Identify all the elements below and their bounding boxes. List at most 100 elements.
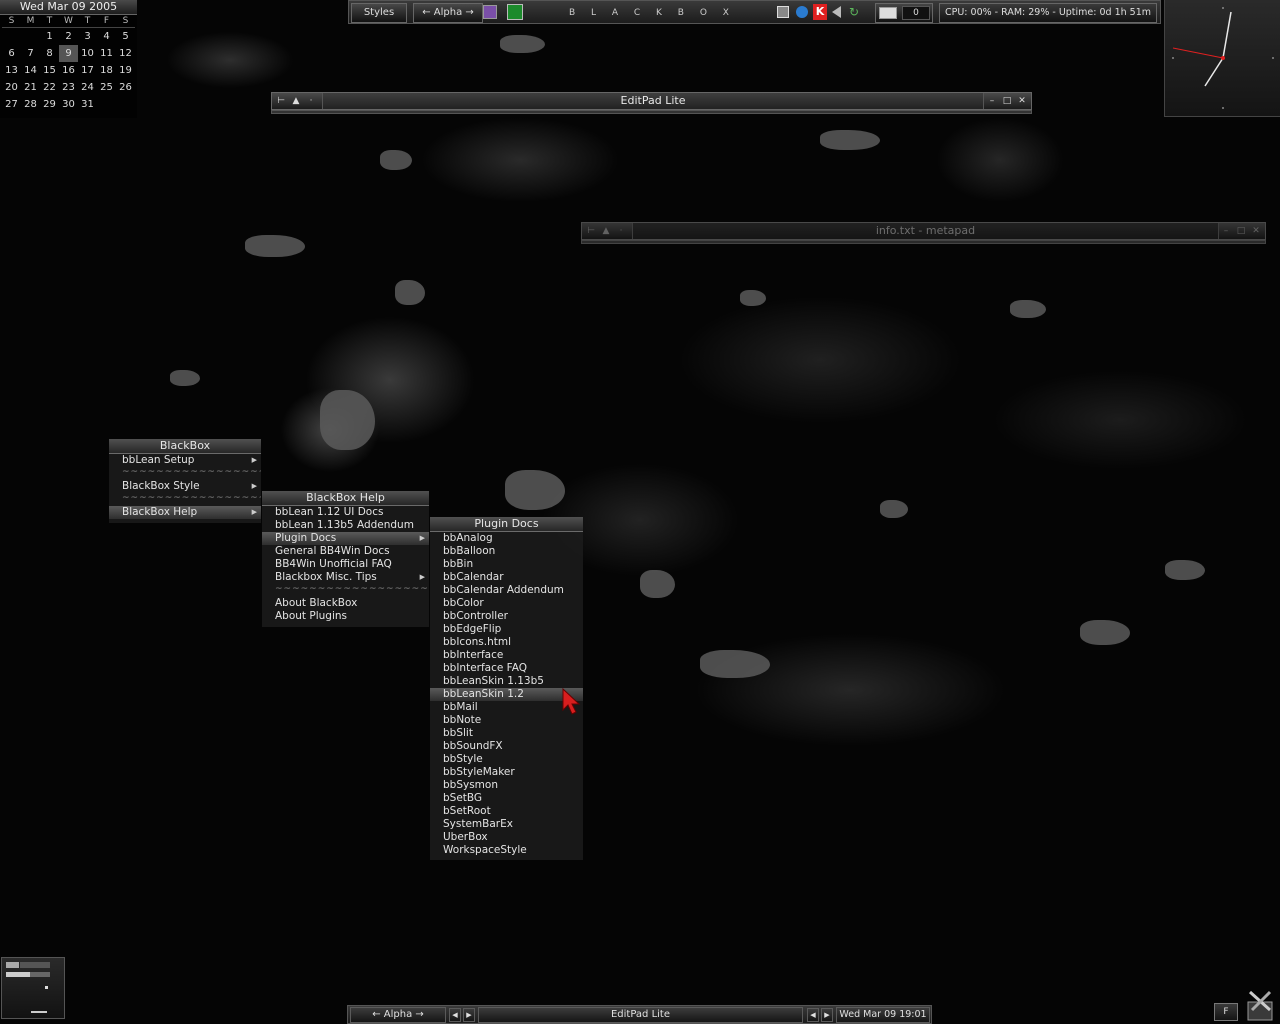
menu-item-plugin-doc[interactable]: bbAnalog (430, 532, 583, 545)
menu-item-plugin-doc[interactable]: bbIcons.html (430, 636, 583, 649)
taskbar-workspace-label[interactable]: ← Alpha → (350, 1007, 446, 1023)
menu-item-plugin-doc[interactable]: SystemBarEx (430, 818, 583, 831)
menu-item-about-blackbox[interactable]: About BlackBox (262, 597, 429, 610)
menu-item-unofficial-faq[interactable]: BB4Win Unofficial FAQ (262, 558, 429, 571)
menu-item-plugin-doc[interactable]: WorkspaceStyle (430, 844, 583, 857)
tools-icon[interactable] (1244, 988, 1278, 1022)
calendar-day[interactable]: 16 (59, 62, 78, 79)
calendar-day[interactable]: 3 (78, 28, 97, 46)
menu-item-plugin-doc[interactable]: bbNote (430, 714, 583, 727)
update-tray-icon[interactable]: ↻ (849, 6, 861, 18)
menu-item-plugin-doc[interactable]: bbCalendar Addendum (430, 584, 583, 597)
pager-window-thumb[interactable] (20, 962, 50, 968)
calendar-day[interactable]: 24 (78, 79, 97, 96)
desktop-toggle-icon[interactable] (507, 4, 523, 20)
menu-item-plugin-doc[interactable]: bSetBG (430, 792, 583, 805)
calendar-day[interactable]: 31 (78, 96, 97, 113)
menu-item-plugin-doc[interactable]: bbLeanSkin 1.13b5 (430, 675, 583, 688)
styles-button[interactable]: Styles (351, 3, 407, 23)
calendar-day[interactable]: 7 (21, 45, 40, 62)
calendar-day[interactable] (97, 96, 116, 113)
window-shade-icon[interactable]: ▲ (290, 95, 302, 107)
calendar-day[interactable]: 17 (78, 62, 97, 79)
volume-tray-icon[interactable] (832, 6, 841, 18)
calendar-day[interactable]: 30 (59, 96, 78, 113)
workspace-switcher[interactable]: ← Alpha → (413, 3, 483, 23)
menu-item-plugin-doc[interactable]: bbSoundFX (430, 740, 583, 753)
menu-item-plugin-doc[interactable]: bbStyleMaker (430, 766, 583, 779)
pager-window-thumb[interactable] (30, 972, 50, 977)
menu-item-plugin-doc[interactable]: bbEdgeFlip (430, 623, 583, 636)
menu-item-plugin-doc[interactable]: bbInterface (430, 649, 583, 662)
calendar-day[interactable]: 5 (116, 28, 135, 46)
network-tray-icon[interactable] (777, 6, 789, 18)
calendar-day[interactable]: 20 (2, 79, 21, 96)
calendar-day[interactable]: 6 (2, 45, 21, 62)
menu-item-blackbox-help[interactable]: BlackBox Help ▶ (109, 506, 261, 519)
calendar-day[interactable] (21, 28, 40, 46)
browser-tray-icon[interactable] (796, 6, 808, 18)
menu-item-plugin-doc[interactable]: bSetRoot (430, 805, 583, 818)
calendar-day[interactable]: 8 (40, 45, 59, 62)
menu-item-plugin-doc-hovered[interactable]: bbLeanSkin 1.2 (430, 688, 583, 701)
window-sticky-icon[interactable]: · (305, 95, 317, 107)
pager-window-thumb[interactable] (6, 962, 19, 968)
taskbar-next-workspace-icon[interactable]: ▶ (463, 1008, 475, 1022)
calendar-day[interactable]: 26 (116, 79, 135, 96)
menu-item-about-plugins[interactable]: About Plugins (262, 610, 429, 623)
calendar-day[interactable]: 4 (97, 28, 116, 46)
menu-item-plugin-doc[interactable]: bbController (430, 610, 583, 623)
calendar-day[interactable]: 10 (78, 45, 97, 62)
calendar-day[interactable]: 28 (21, 96, 40, 113)
calendar-day[interactable]: 27 (2, 96, 21, 113)
menu-item-plugin-doc[interactable]: bbMail (430, 701, 583, 714)
calendar-day[interactable]: 19 (116, 62, 135, 79)
calendar-day[interactable]: 11 (97, 45, 116, 62)
tray-f-button[interactable]: F (1214, 1003, 1238, 1021)
calendar-day[interactable] (116, 96, 135, 113)
menu-item-bblean-setup[interactable]: bbLean Setup ▶ (109, 454, 261, 467)
metapad-window-titlebar[interactable]: ⊢ ▲ · info.txt - metapad – □ ✕ (581, 222, 1266, 240)
calendar-day[interactable]: 12 (116, 45, 135, 62)
window-close-icon[interactable]: ✕ (1016, 95, 1028, 107)
menu-item-plugin-doc[interactable]: bbBalloon (430, 545, 583, 558)
menu-item-addendum[interactable]: bbLean 1.13b5 Addendum (262, 519, 429, 532)
menu-item-plugin-docs[interactable]: Plugin Docs ▶ (262, 532, 429, 545)
window-maximize-icon[interactable]: □ (1235, 225, 1247, 237)
calendar-day[interactable]: 14 (21, 62, 40, 79)
calendar-day[interactable]: 25 (97, 79, 116, 96)
window-minimize-icon[interactable]: – (1220, 225, 1232, 237)
menu-item-plugin-doc[interactable]: bbBin (430, 558, 583, 571)
menu-item-plugin-doc[interactable]: bbSlit (430, 727, 583, 740)
menu-item-plugin-doc[interactable]: bbInterface FAQ (430, 662, 583, 675)
window-minimize-icon[interactable]: – (986, 95, 998, 107)
app-launcher-icon[interactable] (483, 5, 497, 19)
taskbar-prev-task-icon[interactable]: ◀ (807, 1008, 819, 1022)
mail-checker[interactable]: 0 (875, 3, 933, 23)
window-pin-icon[interactable]: ⊢ (585, 225, 597, 237)
taskbar-clock[interactable]: Wed Mar 09 19:01 (836, 1007, 930, 1023)
menu-item-plugin-doc[interactable]: bbColor (430, 597, 583, 610)
calendar-day[interactable]: 22 (40, 79, 59, 96)
menu-item-ui-docs[interactable]: bbLean 1.12 UI Docs (262, 506, 429, 519)
calendar-day[interactable]: 13 (2, 62, 21, 79)
calendar-day[interactable]: 15 (40, 62, 59, 79)
calendar-day[interactable]: 18 (97, 62, 116, 79)
calendar-day[interactable]: 29 (40, 96, 59, 113)
menu-item-plugin-doc[interactable]: bbCalendar (430, 571, 583, 584)
menu-item-plugin-doc[interactable]: bbSysmon (430, 779, 583, 792)
calendar-day[interactable]: 2 (59, 28, 78, 46)
calendar-day[interactable]: 23 (59, 79, 78, 96)
antivirus-tray-icon[interactable]: K (813, 4, 827, 20)
calendar-day-today[interactable]: 9 (59, 45, 78, 62)
taskbar-task-editpad[interactable]: EditPad Lite (478, 1007, 803, 1023)
window-shade-icon[interactable]: ▲ (600, 225, 612, 237)
menu-item-misc-tips[interactable]: Blackbox Misc. Tips ▶ (262, 571, 429, 584)
taskbar-prev-workspace-icon[interactable]: ◀ (449, 1008, 461, 1022)
calendar-day[interactable] (2, 28, 21, 46)
menu-item-plugin-doc[interactable]: UberBox (430, 831, 583, 844)
taskbar-next-task-icon[interactable]: ▶ (821, 1008, 833, 1022)
menu-item-plugin-doc[interactable]: bbStyle (430, 753, 583, 766)
window-close-icon[interactable]: ✕ (1250, 225, 1262, 237)
window-sticky-icon[interactable]: · (615, 225, 627, 237)
